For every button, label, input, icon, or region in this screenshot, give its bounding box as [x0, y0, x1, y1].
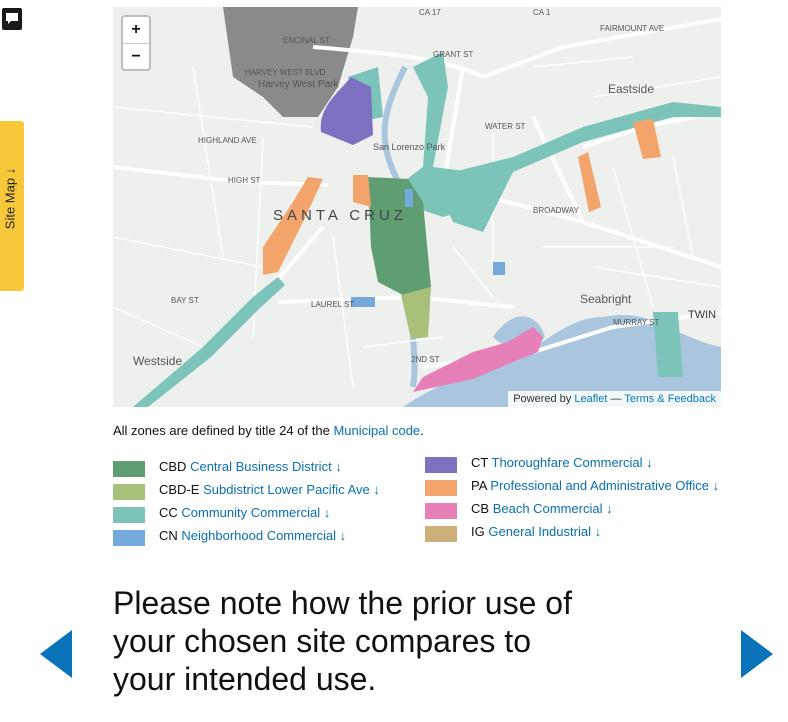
map-canvas[interactable]: SANTA CRUZ Eastside Harvey West Park San…: [113, 7, 721, 407]
zoom-in-button[interactable]: +: [123, 17, 149, 44]
map-street-murray: MURRAY ST: [613, 318, 659, 327]
legend-swatch: [425, 526, 457, 542]
map-street-grant: GRANT ST: [433, 50, 473, 59]
headline: Please note how the prior use of your ch…: [113, 585, 572, 697]
legend-link-pa[interactable]: Professional and Administrative Office ↓: [490, 478, 719, 493]
map-place-harvey: Harvey West Park: [258, 79, 339, 90]
legend-swatch: [113, 507, 145, 523]
map-place-eastside: Eastside: [608, 82, 654, 96]
comment-button[interactable]: [2, 8, 22, 30]
municipal-code-link[interactable]: Municipal code: [333, 423, 420, 438]
zoom-control: + −: [121, 15, 151, 71]
legend-link-cbd[interactable]: Central Business District ↓: [190, 459, 342, 474]
map-street-high: HIGH ST: [228, 176, 261, 185]
map-place-sanlorenzo: San Lorenzo Park: [373, 142, 446, 152]
legend-swatch: [425, 457, 457, 473]
legend-swatch: [425, 480, 457, 496]
map-street-encinal: ENCINAL ST: [283, 36, 330, 45]
map-street-fairmount: FAIRMOUNT AVE: [600, 24, 664, 33]
speech-bubble-icon: [6, 13, 18, 24]
leaflet-link[interactable]: Leaflet: [574, 393, 607, 405]
map-street-ca17: CA 17: [419, 8, 441, 17]
terms-feedback-link[interactable]: Terms & Feedback: [624, 393, 716, 405]
map-street-2nd: 2ND ST: [411, 355, 440, 364]
map-place-twin: TWIN: [688, 309, 716, 321]
zones-note: All zones are defined by title 24 of the…: [113, 423, 424, 438]
previous-arrow-icon[interactable]: [40, 630, 72, 678]
map-street-highland: HIGHLAND AVE: [198, 136, 257, 145]
legend-swatch: [113, 484, 145, 500]
site-map-label: Site Map ↓: [2, 167, 18, 230]
zoning-map[interactable]: SANTA CRUZ Eastside Harvey West Park San…: [113, 7, 721, 407]
map-city-label: SANTA CRUZ: [273, 207, 407, 224]
map-street-broadway: BROADWAY: [533, 206, 579, 215]
legend-swatch: [113, 461, 145, 477]
map-place-seabright: Seabright: [580, 292, 632, 306]
map-place-westside: Westside: [133, 354, 182, 368]
legend-link-cb[interactable]: Beach Commercial ↓: [493, 501, 613, 516]
map-street-laurel: LAUREL ST: [311, 300, 354, 309]
map-street-bay: BAY ST: [171, 296, 199, 305]
map-street-harveywest: HARVEY WEST BLVD: [245, 68, 326, 77]
legend-swatch: [113, 530, 145, 546]
legend-link-cn[interactable]: Neighborhood Commercial ↓: [181, 528, 346, 543]
map-street-water: WATER ST: [485, 122, 526, 131]
legend-link-cc[interactable]: Community Commercial ↓: [181, 505, 330, 520]
map-street-ca1: CA 1: [533, 8, 551, 17]
legend-swatch: [425, 503, 457, 519]
legend-link-cbd-e[interactable]: Subdistrict Lower Pacific Ave ↓: [203, 482, 380, 497]
zoom-out-button[interactable]: −: [123, 44, 149, 70]
site-map-tab[interactable]: Site Map ↓: [0, 121, 24, 291]
next-arrow-icon[interactable]: [741, 630, 773, 678]
map-attribution: Powered by Leaflet — Terms & Feedback: [508, 391, 721, 407]
legend-link-ct[interactable]: Thoroughfare Commercial ↓: [492, 455, 653, 470]
legend-link-ig[interactable]: General Industrial ↓: [488, 524, 601, 539]
